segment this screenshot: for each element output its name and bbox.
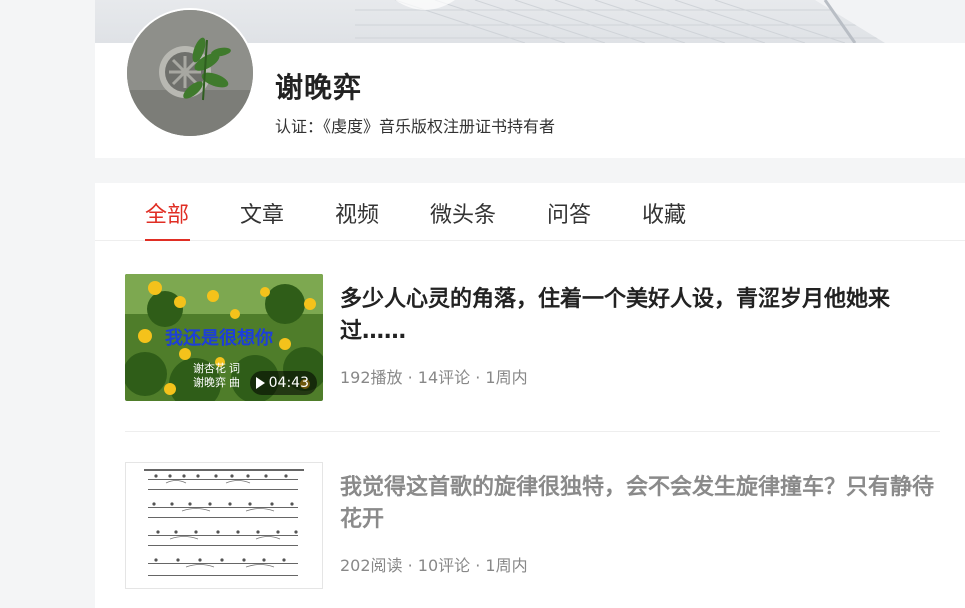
avatar[interactable]	[125, 8, 255, 138]
feed-item-meta: 202阅读 · 10评论 · 1周内	[340, 556, 528, 575]
thumbnail-title: 我还是很想你	[165, 327, 273, 348]
video-duration-badge: 04:43	[249, 371, 317, 395]
active-tab-indicator	[145, 239, 190, 241]
left-gutter	[0, 0, 95, 608]
play-icon	[255, 377, 265, 389]
thumbnail-credit-music: 谢晚弈 曲	[193, 375, 240, 389]
profile-name: 谢晚弈	[275, 71, 363, 104]
feed-item[interactable]: 我觉得这首歌的旋律很独特，会不会发生旋律撞车？只有静待花开 202阅读 · 10…	[125, 462, 940, 592]
tab-articles[interactable]: 文章	[240, 197, 284, 229]
tab-micro-posts[interactable]: 微头条	[430, 197, 496, 229]
tab-videos[interactable]: 视频	[335, 197, 379, 229]
sheet-music-thumbnail[interactable]	[125, 462, 323, 589]
feed-item-meta: 192播放 · 14评论 · 1周内	[340, 368, 528, 387]
tab-bar: 全部 文章 视频 微头条 问答 收藏	[95, 183, 965, 241]
feed-item[interactable]: 我还是很想你 谢杏花 词 谢晚弈 曲 04:43 多少人心灵的角落，住着一个美好…	[125, 274, 940, 432]
video-duration: 04:43	[268, 375, 309, 391]
thumbnail-credit-lyrics: 谢杏花 词	[193, 361, 240, 375]
verification-text: 认证：《虔度》音乐版权注册证书持有者	[275, 117, 556, 136]
feed-item-title[interactable]: 我觉得这首歌的旋律很独特，会不会发生旋律撞车？只有静待花开	[340, 472, 940, 536]
profile-header: 谢晚弈 认证：《虔度》音乐版权注册证书持有者	[95, 0, 965, 158]
feed-item-title[interactable]: 多少人心灵的角落，住着一个美好人设，青涩岁月他她来过……	[340, 284, 940, 348]
tab-qa[interactable]: 问答	[547, 197, 591, 229]
content-panel: 全部 文章 视频 微头条 问答 收藏 我还是很想你 谢杏花 词 谢晚弈 曲 04…	[95, 183, 965, 608]
video-thumbnail[interactable]: 我还是很想你 谢杏花 词 谢晚弈 曲 04:43	[125, 274, 323, 401]
tab-all[interactable]: 全部	[145, 197, 189, 229]
tab-favorites[interactable]: 收藏	[642, 197, 686, 229]
